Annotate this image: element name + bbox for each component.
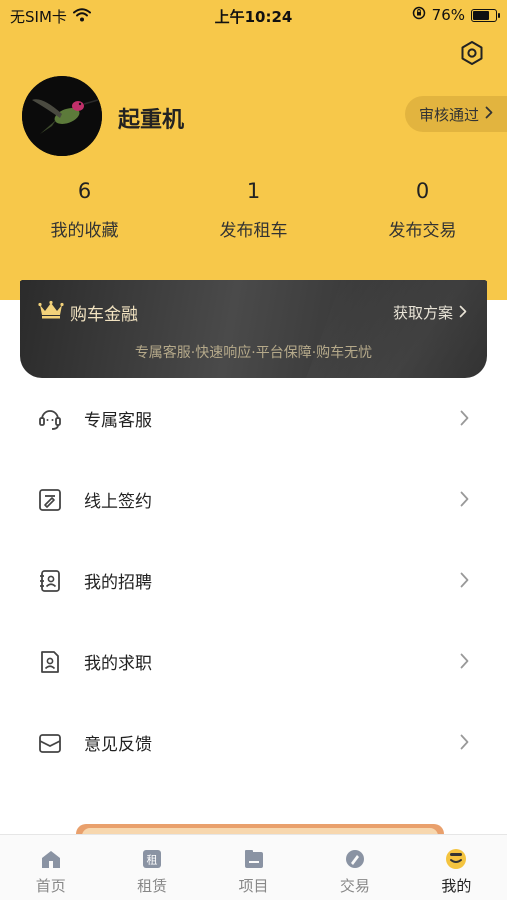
profile-name: 起重机 (118, 108, 185, 133)
tab-home[interactable]: 首页 (0, 835, 101, 900)
stat-value: 1 (246, 179, 261, 203)
menu-item-customer-service[interactable]: 专属客服 (0, 378, 507, 459)
envelope-icon (36, 729, 64, 757)
headset-icon (36, 405, 64, 433)
orientation-lock-icon (412, 6, 426, 24)
stat-label: 发布交易 (388, 221, 457, 241)
menu-item-feedback[interactable]: 意见反馈 (0, 702, 507, 783)
menu-item-label: 线上签约 (84, 492, 152, 512)
settings-button[interactable] (457, 40, 487, 70)
tab-label: 租赁 (137, 877, 168, 895)
chevron-right-icon (457, 569, 471, 591)
trade-icon (343, 847, 367, 871)
status-right: 76% (412, 6, 500, 24)
profile-face-icon (444, 847, 468, 871)
rent-icon: 租 (140, 847, 164, 871)
chevron-right-icon (485, 105, 493, 123)
stat-trade-posts[interactable]: 0 发布交易 (338, 176, 507, 246)
tab-label: 我的 (441, 877, 472, 895)
menu-item-label: 专属客服 (84, 411, 152, 431)
finance-title: 购车金融 (70, 305, 138, 325)
tab-label: 交易 (339, 877, 370, 895)
tab-mine[interactable]: 我的 (406, 835, 507, 900)
chevron-right-icon (459, 304, 467, 322)
review-status-label: 审核通过 (418, 105, 479, 124)
avatar[interactable] (22, 76, 102, 156)
menu-list: 专属客服 线上签约 我的招聘 我的求职 意见反馈 (0, 378, 507, 783)
tab-project[interactable]: 项目 (203, 835, 304, 900)
status-bar: 无SIM卡 上午10:24 76% (0, 0, 507, 32)
stats-row: 6 我的收藏 1 发布租车 0 发布交易 (0, 176, 507, 246)
chevron-right-icon (457, 407, 471, 429)
menu-item-label: 意见反馈 (84, 735, 152, 755)
battery-level (473, 10, 489, 20)
menu-item-online-signing[interactable]: 线上签约 (0, 459, 507, 540)
stat-value: 6 (77, 179, 92, 203)
car-finance-card[interactable]: 购车金融 获取方案 专属客服·快速响应·平台保障·购车无忧 (20, 280, 487, 378)
stat-value: 0 (415, 179, 430, 203)
hummingbird-avatar-image (22, 76, 102, 156)
battery-icon (471, 8, 500, 22)
tab-trade[interactable]: 交易 (304, 835, 405, 900)
tab-label: 项目 (238, 877, 269, 895)
stat-label: 我的收藏 (50, 221, 119, 241)
card-notch-right (485, 280, 507, 294)
menu-item-label: 我的招聘 (84, 573, 152, 593)
rent-icon-text: 租 (147, 854, 158, 867)
chevron-right-icon (457, 731, 471, 753)
menu-item-my-recruitment[interactable]: 我的招聘 (0, 540, 507, 621)
tab-bar: 首页 租 租赁 项目 交易 我的 (0, 834, 507, 900)
crown-icon (38, 300, 64, 325)
finance-title-group: 购车金融 (38, 300, 138, 325)
tab-rent[interactable]: 租 租赁 (101, 835, 202, 900)
contact-book-icon (36, 567, 64, 595)
project-icon (242, 847, 266, 871)
sign-document-icon (36, 486, 64, 514)
chevron-right-icon (457, 488, 471, 510)
chevron-right-icon (457, 650, 471, 672)
hexagon-settings-icon (459, 40, 485, 70)
stat-rental-posts[interactable]: 1 发布租车 (169, 176, 338, 246)
review-status-badge[interactable]: 审核通过 (404, 96, 507, 132)
menu-item-label: 我的求职 (84, 654, 152, 674)
get-plan-link[interactable]: 获取方案 (393, 302, 467, 323)
stat-label: 发布租车 (219, 221, 288, 241)
stat-favorites[interactable]: 6 我的收藏 (0, 176, 169, 246)
battery-percent: 76% (431, 6, 465, 24)
tab-label: 首页 (35, 877, 66, 895)
home-icon (39, 847, 63, 871)
resume-icon (36, 648, 64, 676)
card-notch-left (0, 280, 22, 294)
get-plan-label: 获取方案 (392, 304, 453, 322)
menu-item-my-job-search[interactable]: 我的求职 (0, 621, 507, 702)
finance-subtitle: 专属客服·快速响应·平台保障·购车无忧 (134, 345, 373, 361)
